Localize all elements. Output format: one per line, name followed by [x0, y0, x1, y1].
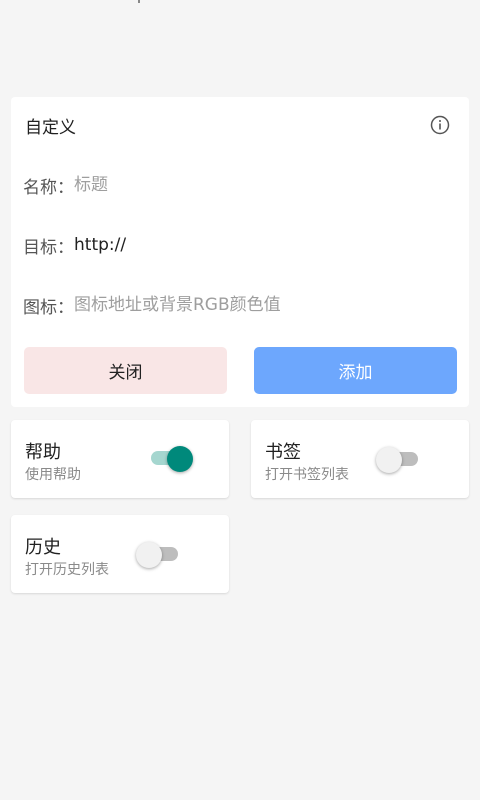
icon-input[interactable]: [74, 295, 455, 315]
history-toggle-switch[interactable]: [136, 542, 183, 568]
close-button[interactable]: 关闭: [24, 347, 227, 394]
info-circle-icon[interactable]: [430, 115, 450, 135]
switch-thumb: [167, 446, 193, 472]
history-card: 历史 打开历史列表: [11, 515, 229, 593]
switch-thumb: [376, 447, 402, 473]
custom-shortcut-dialog: 自定义 名称： 目标： 图标： 关闭 添加: [11, 97, 469, 407]
target-field-row: 目标：: [23, 230, 455, 260]
name-field-row: 名称：: [23, 170, 455, 200]
dialog-title: 自定义: [25, 118, 76, 138]
bookmark-subtitle: 打开书签列表: [265, 467, 349, 483]
history-subtitle: 打开历史列表: [25, 562, 109, 578]
help-title: 帮助: [25, 442, 61, 463]
add-button[interactable]: 添加: [254, 347, 457, 394]
help-subtitle: 使用帮助: [25, 467, 81, 483]
name-input[interactable]: [74, 175, 455, 195]
help-toggle-switch[interactable]: [148, 446, 193, 472]
name-label: 名称：: [23, 177, 74, 198]
target-input[interactable]: [74, 235, 455, 255]
help-card: 帮助 使用帮助: [11, 420, 229, 498]
status-indicator: [138, 0, 140, 3]
icon-label: 图标：: [23, 297, 74, 318]
status-bar: [0, 0, 480, 24]
history-title: 历史: [25, 537, 61, 558]
bookmark-title: 书签: [265, 442, 301, 463]
switch-thumb: [136, 542, 162, 568]
target-label: 目标：: [23, 237, 74, 258]
bookmark-card: 书签 打开书签列表: [251, 420, 469, 498]
bookmark-toggle-switch[interactable]: [376, 447, 423, 473]
icon-field-row: 图标：: [23, 290, 455, 320]
